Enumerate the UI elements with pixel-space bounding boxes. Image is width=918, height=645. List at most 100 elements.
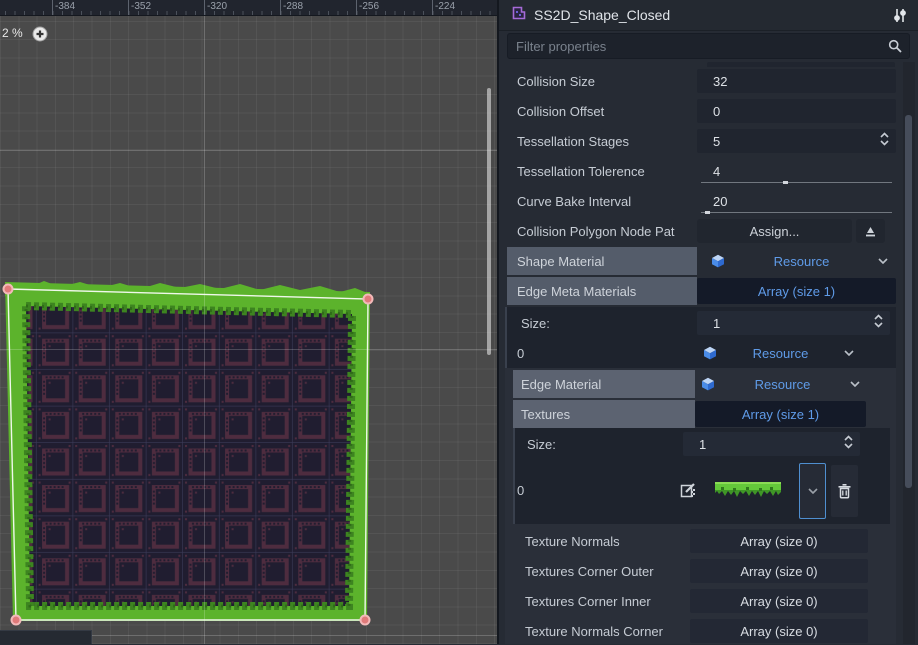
property-label: Collision Size bbox=[507, 74, 697, 89]
chevron-down-icon bbox=[878, 258, 888, 264]
search-icon bbox=[888, 39, 902, 53]
horizontal-ruler: -384 -352 -320 -288 -256 -224 bbox=[0, 0, 497, 16]
grid-major-line bbox=[204, 16, 205, 644]
array-item-row: 0 Resource bbox=[507, 339, 896, 367]
array-index-label: 0 bbox=[507, 346, 697, 361]
grid-major-line bbox=[0, 349, 497, 350]
textures-size-field[interactable]: 1 bbox=[683, 432, 860, 456]
2d-viewport[interactable]: -384 -352 -320 -288 -256 -224 2 % bbox=[0, 0, 497, 644]
trash-icon bbox=[837, 483, 852, 499]
spin-updown-icon[interactable] bbox=[879, 132, 890, 151]
collision-offset-field[interactable]: 0 bbox=[697, 99, 896, 123]
property-label: Edge Meta Materials bbox=[507, 277, 697, 305]
slider-grabber[interactable] bbox=[705, 211, 710, 214]
property-row: Tessellation Tolerence 4 bbox=[507, 157, 896, 185]
curve-bake-interval-field[interactable]: 20 bbox=[697, 189, 896, 213]
point-handle-bottom-right[interactable] bbox=[361, 616, 370, 625]
tessellation-tolerence-field[interactable]: 4 bbox=[697, 159, 896, 183]
pick-node-path-button[interactable] bbox=[856, 219, 885, 243]
ruler-label: -384 bbox=[55, 1, 75, 12]
property-label: Collision Polygon Node Pat bbox=[507, 224, 697, 239]
array-size-label: Size: bbox=[507, 316, 697, 331]
textures-array-button[interactable]: Array (size 1) bbox=[695, 401, 866, 427]
grid-major-line bbox=[0, 150, 497, 151]
property-row: Shape Material Resource bbox=[507, 247, 896, 275]
delete-texture-button[interactable] bbox=[831, 465, 858, 517]
edge-meta-materials-array-button[interactable]: Array (size 1) bbox=[697, 278, 896, 304]
ss2d-shape[interactable] bbox=[0, 260, 382, 634]
ss2d-shape-icon bbox=[511, 5, 527, 26]
inspector-scrollbar-thumb[interactable] bbox=[905, 115, 912, 488]
ruler-label: -224 bbox=[435, 1, 455, 12]
property-label: Textures Corner Outer bbox=[507, 564, 690, 579]
resource-cube-icon bbox=[703, 346, 717, 360]
property-label: Collision Offset bbox=[507, 104, 697, 119]
slider-track[interactable] bbox=[701, 212, 892, 213]
texture-normals-array-button[interactable]: Array (size 0) bbox=[690, 529, 868, 553]
textures-corner-outer-array-button[interactable]: Array (size 0) bbox=[690, 559, 868, 583]
edge-meta-item-resource-dropdown[interactable]: Resource bbox=[697, 346, 896, 361]
spin-updown-icon[interactable] bbox=[873, 314, 884, 333]
bottom-panel-corner bbox=[0, 630, 92, 644]
property-row: Texture Normals Array (size 0) bbox=[507, 527, 896, 555]
slider-track[interactable] bbox=[701, 182, 892, 183]
shape-material-resource-dropdown[interactable]: Resource bbox=[697, 254, 896, 269]
spin-updown-icon[interactable] bbox=[843, 435, 854, 454]
zoom-percent-button[interactable]: 2 % bbox=[2, 26, 23, 40]
property-row: Textures Corner Inner Array (size 0) bbox=[507, 587, 896, 615]
chevron-down-icon bbox=[808, 488, 818, 494]
property-label: Tessellation Stages bbox=[507, 134, 697, 149]
property-row: Edge Meta Materials Array (size 1) bbox=[507, 277, 896, 305]
inspector-tools-button[interactable] bbox=[892, 7, 908, 24]
add-point-icon bbox=[32, 26, 48, 47]
textures-corner-inner-array-button[interactable]: Array (size 0) bbox=[690, 589, 868, 613]
viewport-vertical-scrollbar[interactable] bbox=[487, 88, 491, 355]
property-row: Edge Material Resource bbox=[507, 370, 896, 398]
resource-cube-icon bbox=[701, 377, 715, 391]
point-handle-top-left[interactable] bbox=[4, 285, 13, 294]
filter-properties-input[interactable] bbox=[508, 39, 888, 54]
edit-texture-button[interactable] bbox=[680, 482, 697, 504]
property-row: Collision Polygon Node Pat Assign... bbox=[507, 217, 896, 245]
property-row: Tessellation Stages 5 bbox=[507, 127, 896, 155]
node-path-pick-icon bbox=[864, 225, 877, 238]
property-label: Tessellation Tolerence bbox=[507, 164, 697, 179]
grass-texture-thumbnail bbox=[715, 479, 781, 501]
point-handle-bottom-left[interactable] bbox=[12, 616, 21, 625]
array-size-row: Size: 1 bbox=[507, 430, 896, 458]
ruler-label: -352 bbox=[131, 1, 151, 12]
array-size-row: Size: 1 bbox=[507, 309, 896, 337]
chevron-down-icon bbox=[850, 381, 860, 387]
inspector-header: SS2D_Shape_Closed bbox=[499, 0, 918, 31]
property-label: Curve Bake Interval bbox=[507, 194, 697, 209]
shape-fill-texture bbox=[26, 306, 352, 606]
resource-cube-icon bbox=[711, 254, 725, 268]
property-row: Curve Bake Interval 20 bbox=[507, 187, 896, 215]
property-label: Texture Normals Corner bbox=[507, 624, 690, 639]
edge-material-resource-dropdown[interactable]: Resource bbox=[695, 377, 866, 392]
inspected-object-title: SS2D_Shape_Closed bbox=[534, 7, 670, 23]
point-handle-top-right[interactable] bbox=[364, 295, 373, 304]
texture-normals-corner-array-button[interactable]: Array (size 0) bbox=[690, 619, 868, 643]
slider-grabber[interactable] bbox=[783, 181, 788, 184]
texture-item-row: 0 bbox=[507, 458, 896, 522]
property-row: Textures Array (size 1) bbox=[507, 400, 896, 428]
collision-size-field[interactable]: 32 bbox=[697, 69, 896, 93]
inspector-panel: SS2D_Shape_Closed Collision Size 32 Coll… bbox=[497, 0, 918, 644]
edit-texture-icon bbox=[680, 482, 697, 499]
array-size-label: Size: bbox=[507, 437, 683, 452]
texture-options-dropdown[interactable] bbox=[799, 463, 826, 519]
property-row: Textures Corner Outer Array (size 0) bbox=[507, 557, 896, 585]
array-index-label: 0 bbox=[507, 483, 697, 498]
assign-node-path-button[interactable]: Assign... bbox=[697, 219, 852, 243]
property-row: Collision Size 32 bbox=[507, 67, 896, 95]
ruler-label: -320 bbox=[207, 1, 227, 12]
texture-preview[interactable] bbox=[715, 479, 781, 506]
property-row: Collision Offset 0 bbox=[507, 97, 896, 125]
edge-meta-size-field[interactable]: 1 bbox=[697, 311, 890, 335]
ruler-label: -288 bbox=[283, 1, 303, 12]
canvas-grid[interactable]: 2 % bbox=[0, 16, 497, 644]
property-row: Texture Normals Corner Array (size 0) bbox=[507, 617, 896, 645]
ruler-label: -256 bbox=[359, 1, 379, 12]
tessellation-stages-field[interactable]: 5 bbox=[697, 129, 896, 153]
